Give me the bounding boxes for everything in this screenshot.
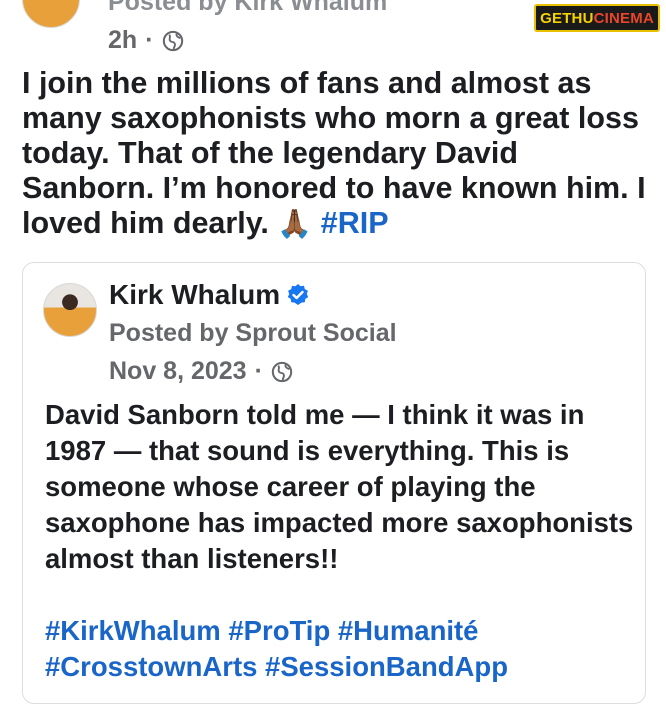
post-meta: 2h · [108,26,184,55]
shared-author-avatar[interactable] [43,283,97,337]
author-avatar[interactable] [22,0,80,28]
shared-author: Kirk Whalum [109,279,310,311]
globe-icon [162,30,183,51]
praying-hands-emoji: 🙏🏾 [277,208,313,239]
shared-posted-by: Posted by Sprout Social [109,319,397,347]
post-time[interactable]: 2h [108,26,137,55]
meta-separator: · [254,357,263,385]
shared-post-card[interactable]: Kirk Whalum Posted by Sprout Social Nov … [22,262,646,704]
globe-icon [271,361,293,382]
post-posted-by: Posted by Kirk Whalum [108,0,388,16]
shared-meta: Nov 8, 2023 · [109,357,293,386]
hashtag-rip[interactable]: #RIP [321,206,389,240]
meta-separator: · [145,26,154,54]
shared-author-name[interactable]: Kirk Whalum [109,279,280,311]
shared-date[interactable]: Nov 8, 2023 [109,357,247,386]
hashtags-line-1[interactable]: #KirkWhalum #ProTip #Humanité [45,613,645,649]
verified-badge-icon [287,284,309,305]
shared-hashtags: #KirkWhalum #ProTip #Humanité #Crosstown… [45,613,645,685]
post-body: I join the millions of fans and almost a… [22,66,652,241]
hashtags-line-2[interactable]: #CrosstownArts #SessionBandApp [45,649,645,685]
watermark-logo: GETHU CINEMA [534,4,660,32]
shared-post-text: David Sanborn told me — I think it was i… [45,399,634,574]
